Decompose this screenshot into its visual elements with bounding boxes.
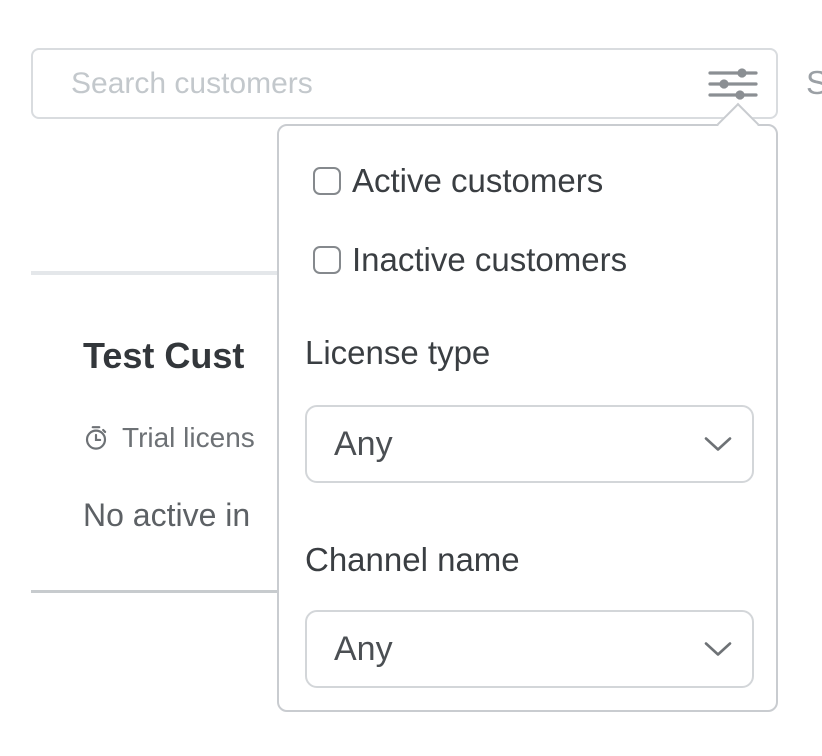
license-type-select[interactable]: Any	[305, 405, 754, 483]
customer-status-text: No active in	[83, 497, 250, 534]
section-divider-bottom	[31, 590, 278, 593]
search-input[interactable]	[33, 50, 776, 117]
chevron-down-icon	[704, 437, 732, 452]
filter-option-inactive[interactable]: Inactive customers	[313, 241, 627, 279]
filter-dropdown-panel: Active customers Inactive customers Lice…	[277, 124, 778, 712]
chevron-down-icon	[704, 642, 732, 657]
channel-name-value: Any	[334, 630, 393, 669]
filter-sliders-icon	[707, 67, 759, 101]
filter-option-active[interactable]: Active customers	[313, 162, 603, 200]
search-bar	[31, 48, 778, 119]
license-info-row: Trial licens	[83, 422, 255, 454]
stopwatch-icon	[83, 425, 109, 451]
customer-card-title: Test Cust	[83, 336, 244, 376]
active-customers-label[interactable]: Active customers	[352, 162, 603, 200]
active-customers-checkbox[interactable]	[313, 167, 341, 195]
channel-name-label: Channel name	[305, 541, 520, 579]
license-type-value: Any	[334, 425, 393, 464]
license-type-label: License type	[305, 334, 490, 372]
inactive-customers-label[interactable]: Inactive customers	[352, 241, 627, 279]
inactive-customers-checkbox[interactable]	[313, 246, 341, 274]
section-divider-top	[31, 271, 278, 275]
channel-name-select[interactable]: Any	[305, 610, 754, 688]
license-text: Trial licens	[122, 422, 255, 454]
clipped-right-text: S	[806, 64, 822, 102]
